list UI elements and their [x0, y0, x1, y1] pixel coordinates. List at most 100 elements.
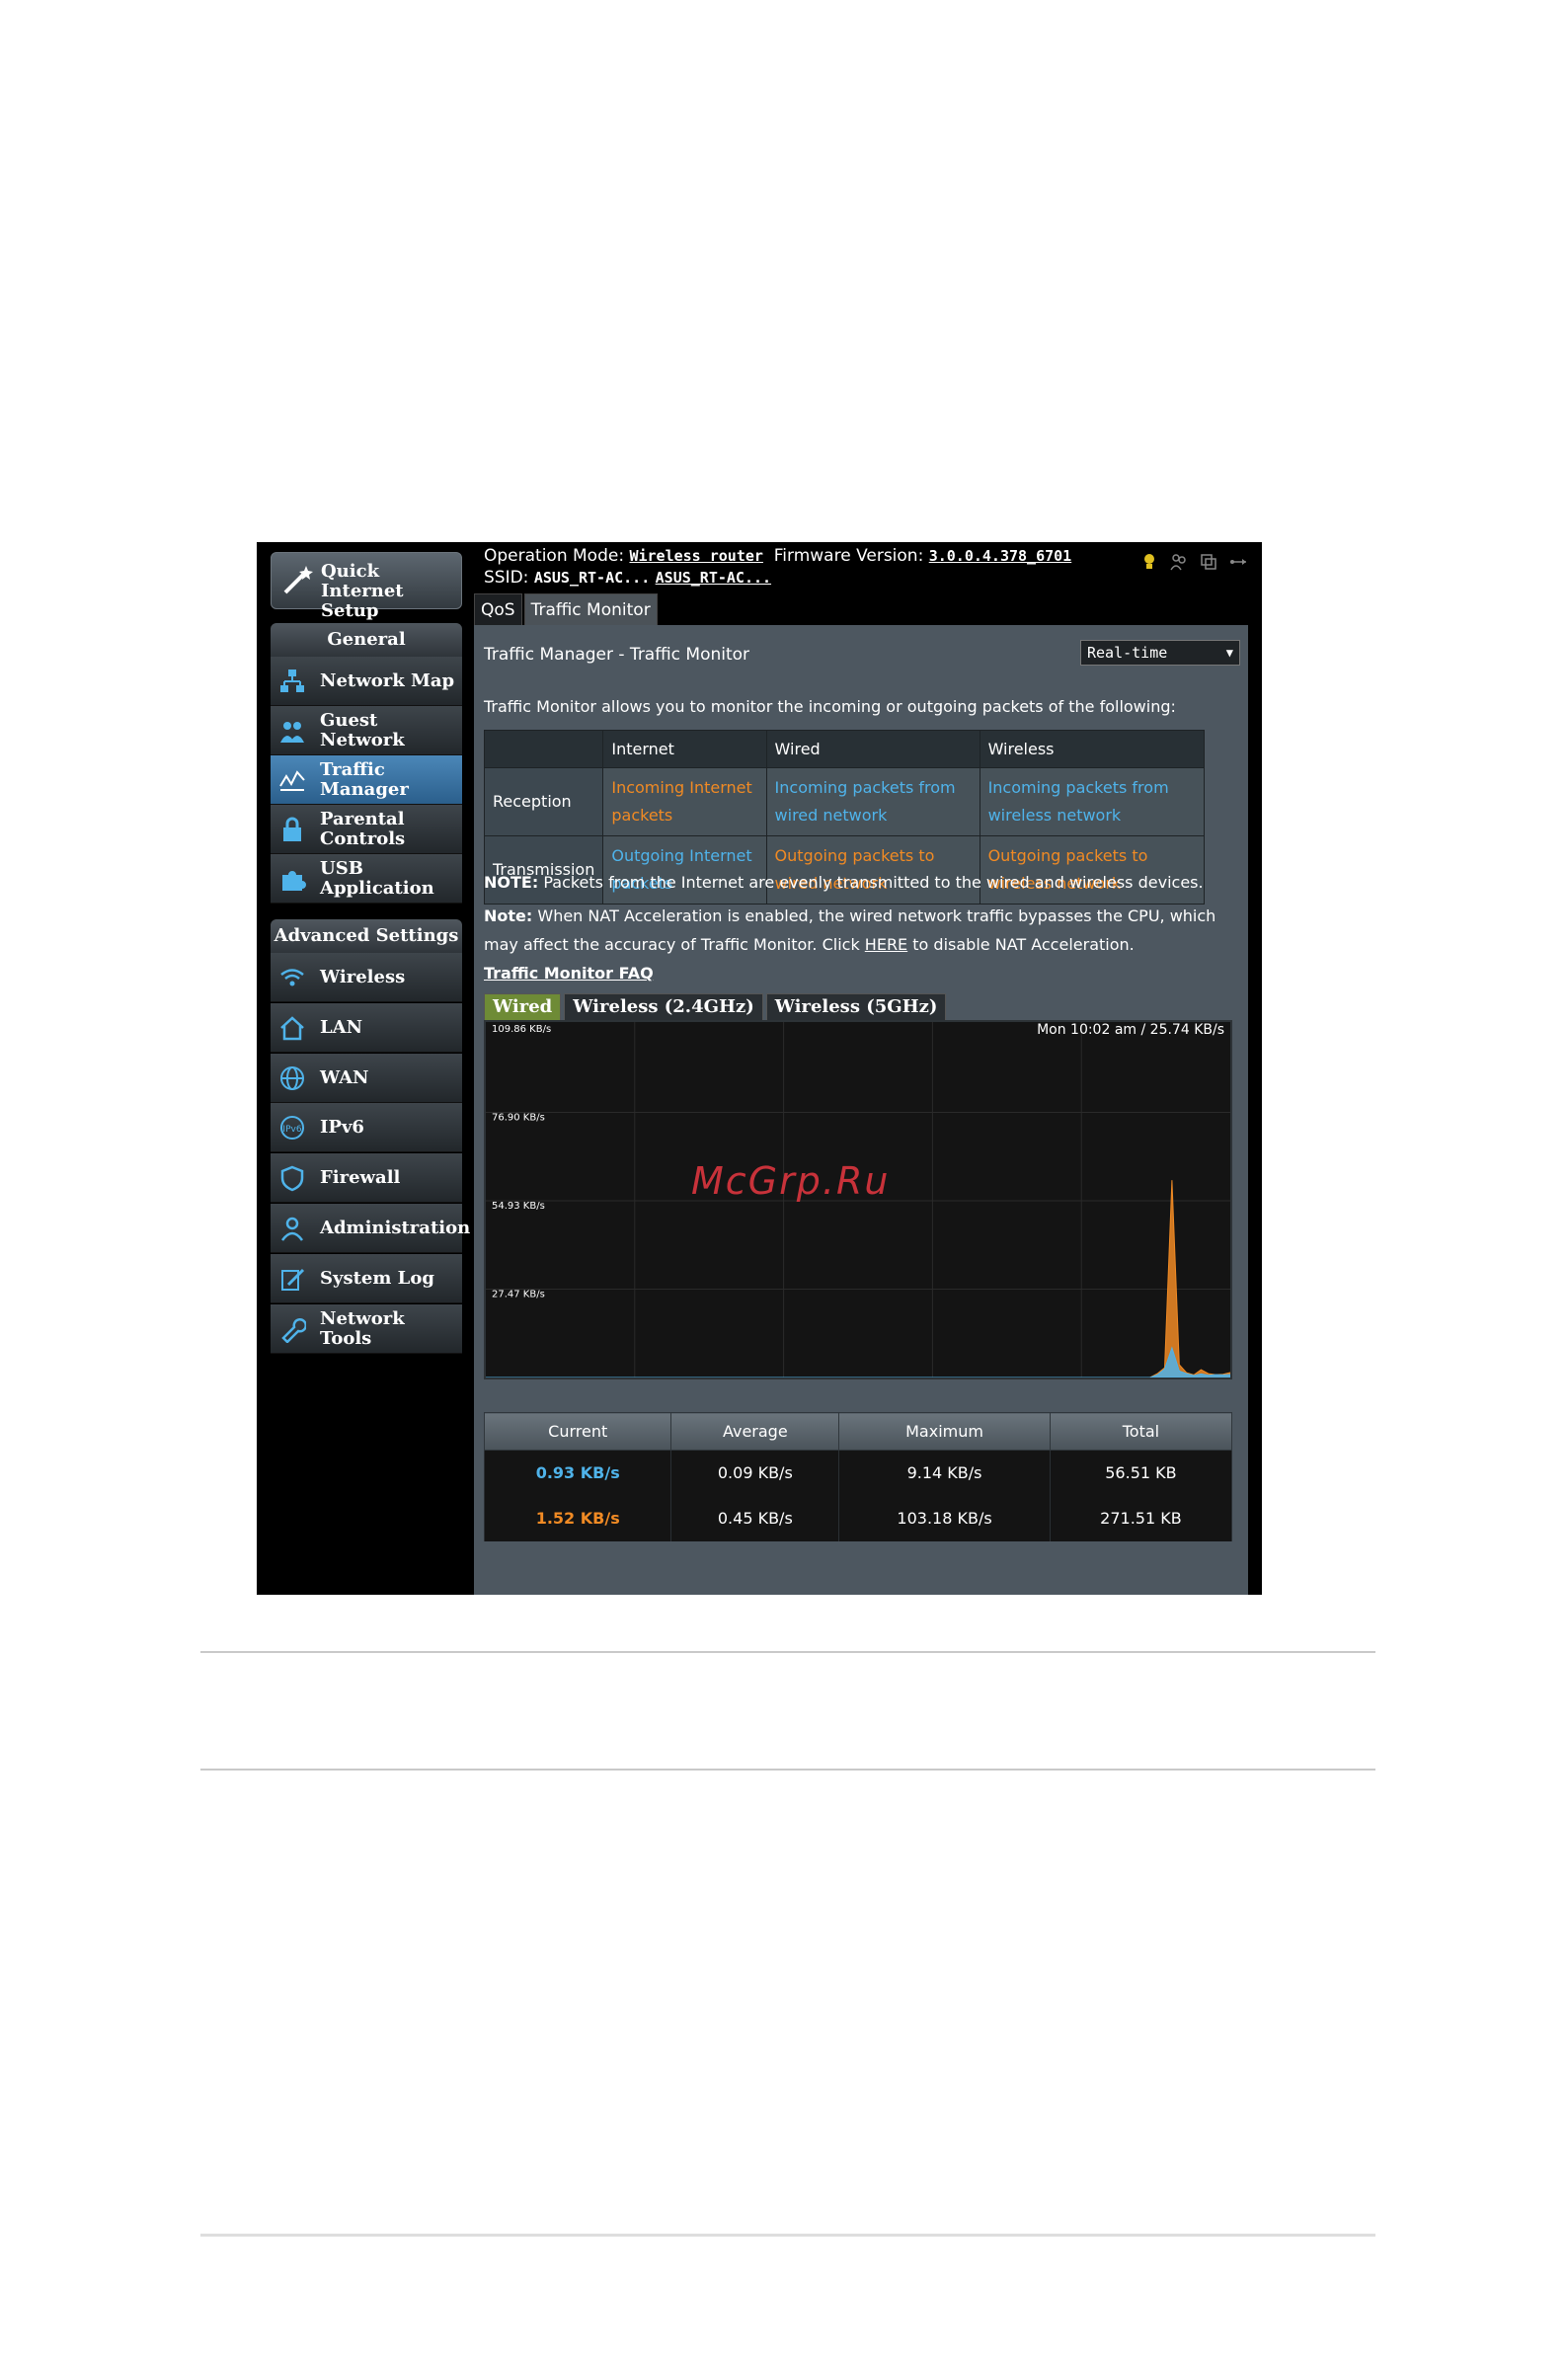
- note-2-label: Note:: [484, 906, 533, 925]
- quick-internet-setup-button[interactable]: Quick Internet Setup: [271, 552, 462, 621]
- label-line-2: Network: [320, 730, 405, 750]
- edit-icon: [281, 1268, 305, 1291]
- table-cell: Incoming packets from wireless network: [979, 767, 1206, 836]
- label-line-1: Guest: [320, 710, 378, 731]
- label-line-1: System Log: [320, 1267, 434, 1289]
- tab-wired[interactable]: Wired: [484, 993, 562, 1021]
- ssid-line: SSID: ASUS_RT-AC... ASUS_RT-AC...: [484, 568, 771, 588]
- ssid-2[interactable]: ASUS_RT-AC...: [656, 569, 771, 587]
- note-2: Note: When NAT Acceleration is enabled, …: [484, 902, 1234, 959]
- sidebar-item-lan[interactable]: LAN: [271, 1002, 462, 1053]
- table-cell: Incoming packets from wired network: [765, 767, 980, 836]
- puzzle-icon: [282, 871, 306, 891]
- router-screenshot: Quick Internet Setup General Network Map…: [257, 542, 1262, 1595]
- sidebar-item-label: Administration: [320, 1219, 470, 1238]
- operation-mode-label: Operation Mode:: [484, 546, 625, 566]
- label-line-2: Controls: [320, 828, 406, 849]
- copy-icon[interactable]: [1199, 552, 1218, 572]
- label-line-1: Network: [320, 1307, 405, 1329]
- sidebar-item-wireless[interactable]: Wireless: [271, 953, 462, 1002]
- page-title: Traffic Manager - Traffic Monitor: [484, 645, 750, 665]
- tab-traffic-monitor[interactable]: Traffic Monitor: [523, 593, 658, 627]
- sidebar-item-ipv6[interactable]: IPv6 IPv6: [271, 1103, 462, 1153]
- label-line-2: Tools: [320, 1327, 372, 1349]
- stats-cell: 0.09 KB/s: [670, 1450, 840, 1496]
- quick-internet-setup-label: Quick Internet Setup: [321, 561, 404, 621]
- note-2-tail: to disable NAT Acceleration.: [912, 935, 1135, 954]
- shield-icon: [280, 1165, 304, 1192]
- stats-cell: 1.52 KB/s: [483, 1495, 672, 1541]
- firmware-link[interactable]: 3.0.0.4.378_6701: [929, 547, 1072, 565]
- chevron-down-icon: ▼: [1225, 646, 1233, 660]
- footer-divider: [200, 2234, 1375, 2237]
- label-line-1: Traffic: [320, 759, 385, 780]
- home-icon: [280, 1016, 304, 1041]
- stats-cell: 103.18 KB/s: [838, 1495, 1051, 1541]
- series-area-0: [486, 1180, 1230, 1378]
- label-line-1: Parental: [320, 809, 405, 829]
- ssid-label: SSID:: [484, 568, 529, 588]
- y-tick-label: 109.86 KB/s: [492, 1024, 551, 1035]
- stats-cell: 0.45 KB/s: [670, 1495, 840, 1541]
- sidebar-item-network[interactable]: Network Tools: [271, 1303, 462, 1354]
- lightbulb-icon[interactable]: [1139, 552, 1159, 572]
- label-line-2: Manager: [320, 779, 409, 800]
- label-line-2: Application: [320, 878, 434, 899]
- sidebar: Quick Internet Setup General Network Map…: [257, 542, 474, 1595]
- sidebar-item-usb[interactable]: USB Application: [271, 854, 462, 904]
- divider: [200, 1651, 1375, 1653]
- table-row: 0.93 KB/s 0.09 KB/s 9.14 KB/s 56.51 KB: [483, 1450, 1233, 1496]
- sidebar-item-label: WAN: [320, 1067, 368, 1088]
- sidebar-item-traffic[interactable]: Traffic Manager: [271, 755, 462, 805]
- operation-mode-link[interactable]: Wireless router: [629, 547, 762, 565]
- sidebar-item-parental[interactable]: Parental Controls: [271, 805, 462, 854]
- stats-table: Current Average Maximum Total 0.93 KB/s …: [483, 1412, 1233, 1541]
- sidebar-item-guest[interactable]: Guest Network: [271, 706, 462, 755]
- table-row: Transmission Outgoing Internet packets O…: [483, 835, 1206, 905]
- series-area-1: [486, 1346, 1230, 1378]
- guest-network-icon: [280, 722, 304, 743]
- stats-cell: 0.93 KB/s: [483, 1450, 672, 1496]
- wifi-icon: [280, 969, 304, 986]
- row-header: Reception: [483, 767, 604, 836]
- sidebar-item-system-log[interactable]: System Log: [271, 1253, 462, 1303]
- sidebar-item-wan[interactable]: WAN: [271, 1053, 462, 1103]
- stats-header: Current: [483, 1412, 672, 1451]
- stats-cell: 9.14 KB/s: [838, 1450, 1051, 1496]
- table-cell: Incoming Internet packets: [602, 767, 767, 836]
- label-line-1: LAN: [320, 1016, 363, 1038]
- sidebar-item-label: Guest Network: [320, 711, 405, 750]
- stats-header: Total: [1049, 1412, 1233, 1451]
- sidebar-item-network-map[interactable]: Network Map: [271, 657, 462, 706]
- tab-wireless-24ghz[interactable]: Wireless (2.4GHz): [564, 993, 763, 1021]
- label-line-1: IPv6: [320, 1117, 364, 1139]
- stats-header: Maximum: [838, 1412, 1051, 1451]
- faq-link[interactable]: Traffic Monitor FAQ: [484, 964, 654, 983]
- top-bar: Operation Mode: Wireless router Firmware…: [474, 542, 1262, 627]
- clients-icon[interactable]: [1169, 552, 1189, 572]
- status-icons: [1139, 552, 1248, 572]
- general-header: General: [271, 623, 462, 657]
- usb-icon[interactable]: [1228, 552, 1248, 572]
- sidebar-item-label: Network Tools: [320, 1307, 405, 1349]
- mode-select[interactable]: Real-time ▼: [1080, 640, 1240, 666]
- firmware-label: Firmware Version:: [773, 546, 924, 566]
- sidebar-item-label: Network Map: [320, 671, 454, 691]
- note-1-label: NOTE:: [484, 873, 539, 892]
- table-cell: Outgoing packets to wired network: [765, 835, 980, 905]
- table-header: Internet: [602, 730, 767, 768]
- sidebar-item-label: Parental Controls: [320, 810, 405, 849]
- row-header: Transmission: [483, 835, 604, 905]
- tab-qos[interactable]: QoS: [474, 593, 522, 627]
- label-line-1: USB: [320, 858, 363, 879]
- sidebar-item-firewall[interactable]: Firewall: [271, 1153, 462, 1204]
- label-line-1: Administration: [320, 1218, 471, 1238]
- wrench-icon: [281, 1317, 306, 1343]
- tab-wireless-5ghz[interactable]: Wireless (5GHz): [765, 993, 947, 1021]
- label-line-1: Firewall: [320, 1167, 401, 1189]
- sidebar-item-label: System Log: [320, 1267, 434, 1289]
- sidebar-item-administration[interactable]: Administration: [271, 1204, 470, 1253]
- label-line-1: Network Map: [320, 670, 455, 691]
- here-link[interactable]: HERE: [865, 935, 907, 954]
- watermark: McGrp.Ru: [691, 1159, 891, 1203]
